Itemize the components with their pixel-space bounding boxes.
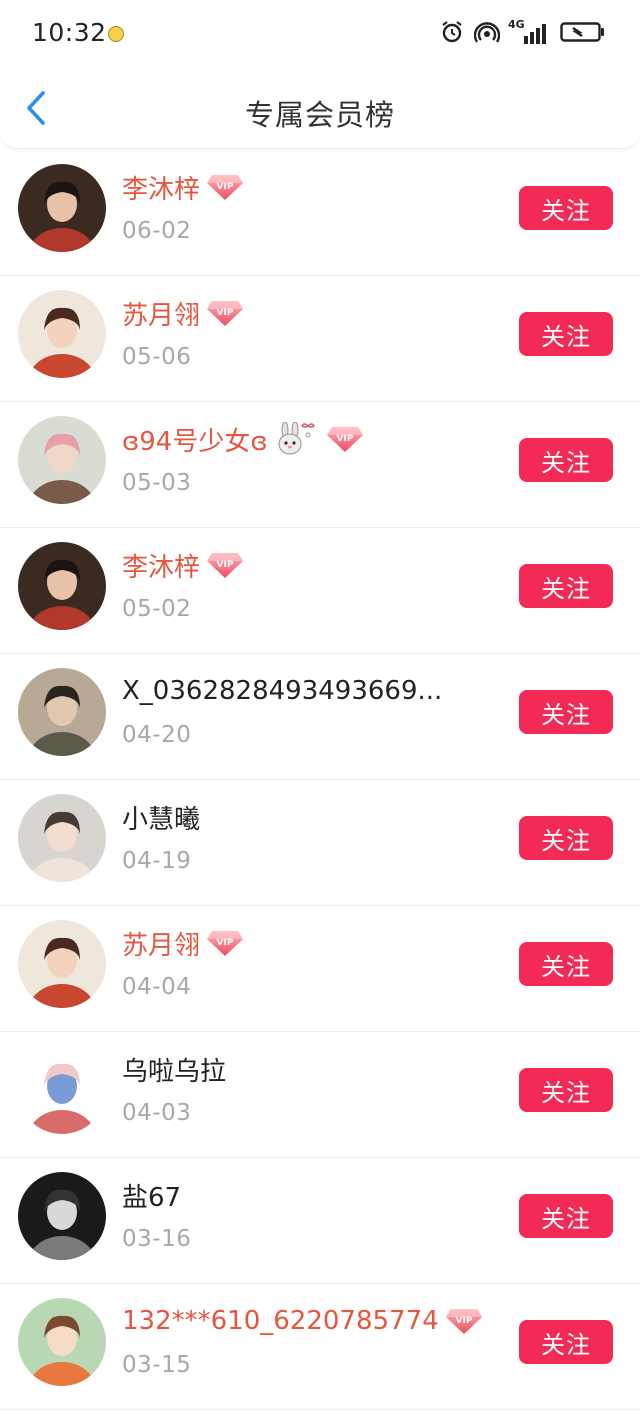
bunny-emoji-icon — [274, 421, 320, 456]
avatar[interactable] — [18, 794, 106, 882]
avatar[interactable] — [18, 920, 106, 1008]
follow-button[interactable]: 关注 — [519, 1194, 613, 1238]
member-date: 05-06 — [122, 344, 192, 370]
member-date: 04-04 — [122, 974, 192, 1000]
status-bar: 10:32 4G — [0, 0, 640, 70]
member-row[interactable]: X_0362828493493669... 04-20 关注 — [0, 654, 640, 780]
avatar[interactable] — [18, 164, 106, 252]
avatar[interactable] — [18, 542, 106, 630]
avatar[interactable] — [18, 416, 106, 504]
member-row[interactable]: 小慧曦 04-19 关注 — [0, 780, 640, 906]
page-title: 专属会员榜 — [244, 98, 395, 132]
follow-button[interactable]: 关注 — [519, 1320, 613, 1364]
vip-badge-icon: VIP — [206, 551, 244, 579]
signal-icon: 4G — [508, 18, 550, 46]
member-name: 乌啦乌拉 — [122, 1056, 227, 1087]
follow-button[interactable]: 关注 — [519, 1068, 613, 1112]
vip-badge-icon: VIP — [445, 1307, 483, 1335]
member-name: ɞ94号少女ɞ — [122, 426, 268, 457]
avatar[interactable] — [18, 290, 106, 378]
member-name: 苏月翎 — [122, 300, 201, 331]
follow-button[interactable]: 关注 — [519, 816, 613, 860]
member-row[interactable]: 乌啦乌拉 04-03 关注 — [0, 1032, 640, 1158]
name-line: 李沐梓 VIP — [122, 548, 244, 583]
follow-button[interactable]: 关注 — [519, 564, 613, 608]
vip-badge-icon: VIP — [206, 299, 244, 327]
member-row[interactable]: 苏月翎 VIP 04-04 关注 — [0, 906, 640, 1032]
member-name: 小慧曦 — [122, 804, 201, 835]
svg-text:VIP: VIP — [217, 560, 234, 570]
status-time: 10:32 — [32, 18, 107, 47]
battery-icon — [560, 20, 606, 48]
name-line: 李沐梓 VIP — [122, 170, 244, 205]
svg-text:VIP: VIP — [217, 182, 234, 192]
follow-button[interactable]: 关注 — [519, 438, 613, 482]
follow-button[interactable]: 关注 — [519, 942, 613, 986]
member-name: 盐67 — [122, 1182, 182, 1213]
name-line: 132***610_6220785774 VIP — [122, 1304, 483, 1338]
name-line: 苏月翎 VIP — [122, 926, 244, 961]
vip-badge-icon: VIP — [326, 425, 364, 453]
member-row[interactable]: 李沐梓 VIP 06-02 关注 — [0, 150, 640, 276]
network-type: 4G — [508, 18, 525, 31]
avatar[interactable] — [18, 1172, 106, 1260]
member-date: 04-20 — [122, 722, 192, 748]
follow-button[interactable]: 关注 — [519, 312, 613, 356]
name-line: 小慧曦 — [122, 800, 201, 835]
member-date: 04-19 — [122, 848, 192, 874]
avatar[interactable] — [18, 668, 106, 756]
member-list: 李沐梓 VIP 06-02 关注 苏月翎 VIP 05-06 关注 ɞ94号少女ɞ VIP 05-0… — [0, 150, 640, 1410]
avatar[interactable] — [18, 1298, 106, 1386]
member-date: 03-15 — [122, 1352, 192, 1378]
svg-text:VIP: VIP — [217, 938, 234, 948]
member-date: 04-03 — [122, 1100, 192, 1126]
svg-text:VIP: VIP — [336, 434, 353, 444]
member-date: 05-03 — [122, 470, 192, 496]
vip-badge-icon: VIP — [206, 173, 244, 201]
member-date: 06-02 — [122, 218, 192, 244]
member-name: 李沐梓 — [122, 552, 201, 583]
member-name: 李沐梓 — [122, 174, 201, 205]
svg-text:VIP: VIP — [455, 1316, 472, 1326]
member-date: 03-16 — [122, 1226, 192, 1252]
name-line: 乌啦乌拉 — [122, 1052, 227, 1087]
vip-badge-icon: VIP — [206, 929, 244, 957]
follow-button[interactable]: 关注 — [519, 186, 613, 230]
notification-icon — [108, 26, 124, 42]
name-line: 苏月翎 VIP — [122, 296, 244, 331]
member-name: X_0362828493493669... — [122, 676, 443, 706]
member-row[interactable]: 李沐梓 VIP 05-02 关注 — [0, 528, 640, 654]
svg-text:VIP: VIP — [217, 308, 234, 318]
alarm-icon — [440, 20, 464, 48]
name-line: 盐67 — [122, 1178, 182, 1213]
member-date: 05-02 — [122, 596, 192, 622]
member-row[interactable]: ɞ94号少女ɞ VIP 05-03 关注 — [0, 402, 640, 528]
nav-bar: 专属会员榜 — [0, 70, 640, 149]
name-line: X_0362828493493669... — [122, 674, 442, 708]
status-icons: 4G — [440, 18, 606, 48]
follow-button[interactable]: 关注 — [519, 690, 613, 734]
member-row[interactable]: 盐67 03-16 关注 — [0, 1158, 640, 1284]
member-row[interactable]: 苏月翎 VIP 05-06 关注 — [0, 276, 640, 402]
name-line: ɞ94号少女ɞ VIP — [122, 421, 364, 457]
avatar[interactable] — [18, 1046, 106, 1134]
member-row[interactable]: 132***610_6220785774 VIP 03-15 关注 — [0, 1284, 640, 1410]
member-name: 132***610_6220785774 — [122, 1306, 439, 1336]
member-name: 苏月翎 — [122, 930, 201, 961]
hotspot-icon — [473, 20, 501, 48]
